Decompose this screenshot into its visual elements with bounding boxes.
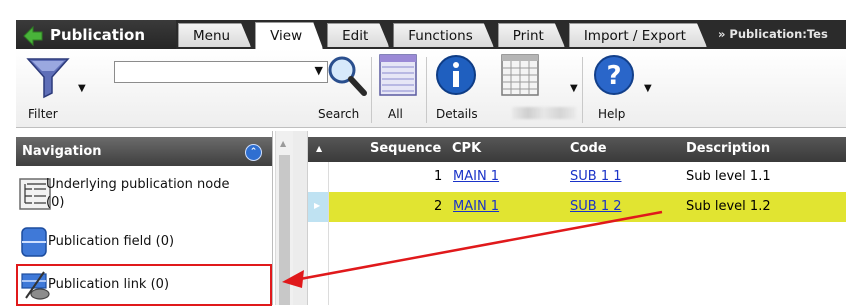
table-row-selected[interactable]: ▶ 2 MAIN 1 SUB 1 2 Sub level 1.2	[308, 192, 846, 222]
col-code[interactable]: Code	[570, 141, 607, 156]
col-cpk[interactable]: CPK	[452, 141, 481, 156]
filter-label: Filter	[28, 107, 58, 121]
field-icon	[21, 227, 47, 257]
cell-cpk-link[interactable]: MAIN 1	[453, 169, 499, 184]
navigation-panel: Navigation ⌃ Underlying publication node…	[16, 131, 273, 306]
chevron-down-icon[interactable]: ▼	[315, 64, 323, 77]
col-sequence[interactable]: Sequence	[370, 141, 441, 156]
col-description[interactable]: Description	[686, 141, 770, 156]
panel-splitter[interactable]	[293, 131, 308, 305]
search-label: Search	[318, 107, 360, 121]
tab-strip: Menu View Edit Functions Print Import / …	[178, 23, 711, 49]
all-records-icon[interactable]	[378, 53, 418, 97]
cell-description: Sub level 1.1	[686, 169, 771, 184]
cell-code-link[interactable]: SUB 1 1	[570, 169, 622, 184]
tab-edit[interactable]: Edit	[327, 23, 389, 47]
cell-sequence: 2	[434, 199, 443, 214]
tab-menu[interactable]: Menu	[178, 23, 251, 47]
details-label: Details	[436, 107, 478, 121]
grid-view-dropdown-icon[interactable]: ▼	[570, 83, 578, 94]
title-bar: Publication Menu View Edit Functions Pri…	[16, 20, 846, 49]
grid-header: ▲ Sequence CPK Code Description	[308, 137, 846, 162]
help-icon[interactable]: ?	[592, 53, 636, 97]
app-title: Publication	[50, 25, 146, 44]
search-icon[interactable]	[324, 53, 368, 97]
all-label: All	[388, 107, 403, 121]
tab-functions[interactable]: Functions	[393, 23, 493, 47]
ribbon-separator	[371, 57, 372, 123]
grid-view-icon[interactable]	[500, 53, 540, 97]
tab-view[interactable]: View	[255, 22, 323, 49]
info-icon[interactable]	[434, 53, 478, 97]
navigation-header: Navigation ⌃	[16, 137, 272, 166]
sort-up-icon[interactable]: ▲	[316, 144, 322, 153]
help-dropdown-icon[interactable]: ▼	[644, 83, 652, 94]
scroll-up-icon[interactable]: ▲	[280, 139, 286, 148]
tab-print[interactable]: Print	[498, 23, 565, 47]
home-arrow-icon	[23, 25, 43, 46]
nav-item-count: (0)	[46, 195, 65, 210]
cell-sequence: 1	[434, 169, 443, 184]
filter-funnel-icon[interactable]	[24, 55, 72, 99]
row-pointer-icon: ▶	[314, 201, 321, 210]
nav-item-publication-link[interactable]: Publication link (0)	[16, 264, 272, 306]
grid-column-divider	[328, 162, 329, 305]
ribbon-separator	[582, 57, 583, 123]
row-selector[interactable]: ▶	[308, 192, 328, 222]
filter-dropdown-icon[interactable]: ▼	[78, 83, 86, 94]
scrollbar-thumb[interactable]	[279, 155, 290, 305]
blurred-label	[512, 107, 576, 119]
ribbon-toolbar: ▼ Filter ▼ Search All Details ▼ ? ▼ Help	[16, 49, 846, 128]
nav-item-publication-field[interactable]: Publication field (0)	[16, 223, 272, 261]
collapse-icon[interactable]: ⌃	[245, 144, 262, 161]
cell-cpk-link[interactable]: MAIN 1	[453, 199, 499, 214]
navigation-title: Navigation	[22, 144, 102, 159]
table-row[interactable]: 1 MAIN 1 SUB 1 1 Sub level 1.1	[308, 162, 846, 193]
navigation-scrollbar[interactable]: ▲	[275, 131, 293, 305]
nav-item-label: Underlying publication node	[46, 177, 230, 192]
app-brand[interactable]: Publication	[16, 20, 176, 49]
nav-item-label: Publication link (0)	[48, 277, 170, 292]
nav-item-label: Publication field (0)	[48, 234, 175, 249]
data-grid: ▲ Sequence CPK Code Description 1 MAIN 1…	[308, 131, 846, 305]
filter-combo[interactable]: ▼	[114, 61, 328, 83]
help-label: Help	[598, 107, 626, 121]
ribbon-separator	[426, 57, 427, 123]
cell-code-link[interactable]: SUB 1 2	[570, 199, 622, 214]
breadcrumb: » Publication:Tes	[718, 27, 828, 41]
cell-description: Sub level 1.2	[686, 199, 771, 214]
tab-import-export[interactable]: Import / Export	[569, 23, 707, 47]
nav-item-underlying-node[interactable]: Underlying publication node (0)	[16, 167, 272, 221]
svg-text:?: ?	[606, 61, 621, 91]
